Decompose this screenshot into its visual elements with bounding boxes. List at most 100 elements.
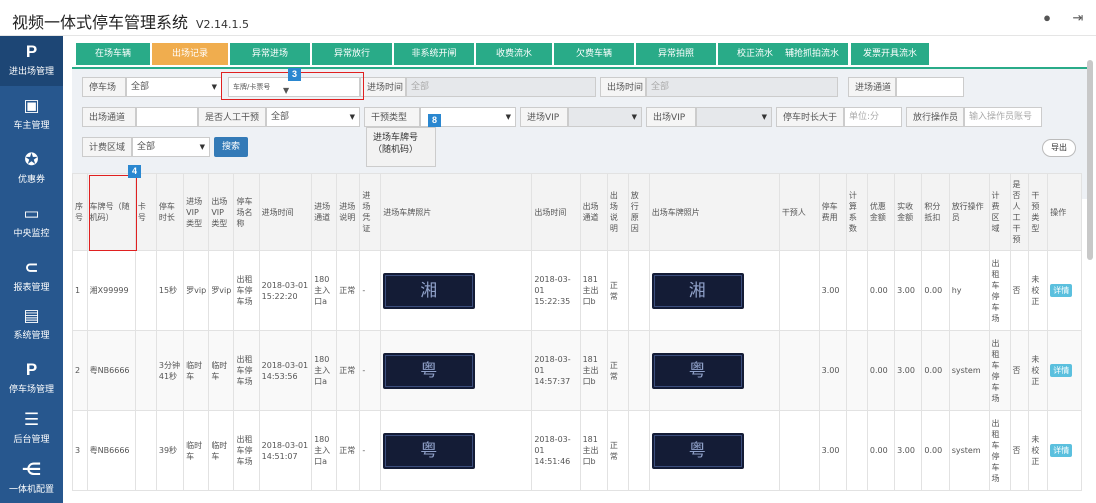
- exit-vip-select[interactable]: ▼: [696, 107, 772, 127]
- cell-intervener: [778, 410, 820, 491]
- detail-button[interactable]: 详情: [1050, 364, 1073, 377]
- cell-out-desc[interactable]: 正常: [606, 410, 629, 491]
- entry-channel-input[interactable]: [896, 77, 964, 97]
- sidebar-item-lot[interactable]: P 停车场管理: [0, 354, 63, 404]
- cell-in-vip: 罗vip: [183, 250, 210, 331]
- vip-card-icon: ▣: [23, 96, 40, 115]
- logout-icon[interactable]: ⇥: [1069, 9, 1087, 27]
- entry-vip-select[interactable]: ▼: [568, 107, 642, 127]
- cell-in-desc[interactable]: 正常: [336, 250, 361, 331]
- sidebar-item-owners[interactable]: ▣ 车主管理: [0, 90, 63, 140]
- network-icon: ⋲: [21, 460, 42, 479]
- cell-action: 详情: [1047, 250, 1082, 331]
- cell-out-channel: 181主出口b: [579, 330, 608, 411]
- cell-in-desc[interactable]: 正常: [336, 330, 361, 411]
- duration-label: 停车时长大于: [776, 107, 844, 127]
- cell-fee: 3.00: [818, 250, 847, 331]
- cell-in-photo[interactable]: 粤N·B6666: [380, 410, 533, 491]
- exit-time-label: 出场时间: [600, 77, 646, 97]
- col-header: 出场说明: [606, 173, 629, 251]
- entry-plate-photo[interactable]: 湘X·99999: [383, 272, 476, 309]
- operator-input[interactable]: 输入操作员账号: [964, 107, 1042, 127]
- operator-label: 放行操作员: [906, 107, 964, 127]
- chevron-down-icon: ▼: [211, 83, 217, 91]
- exit-channel-input[interactable]: [136, 107, 198, 127]
- col-header: 放行原因: [627, 173, 650, 251]
- list-icon: ☰: [23, 410, 40, 429]
- tab-aux-capture[interactable]: 辅抢抓拍流水: [776, 43, 848, 65]
- cell-in-vip: 临时车: [183, 410, 210, 491]
- entry-plate-photo[interactable]: 粤N·B6666: [383, 352, 476, 389]
- cell-manual: 否: [1009, 410, 1030, 491]
- col-header: 干预人: [778, 173, 820, 251]
- exit-plate-photo[interactable]: 粤N·B6666: [651, 432, 744, 469]
- parking-lot-select[interactable]: 全部 ▼: [126, 77, 222, 97]
- cell-card: [134, 410, 157, 491]
- duration-input[interactable]: 单位:分: [844, 107, 902, 127]
- sidebar-item-backend[interactable]: ☰ 后台管理: [0, 406, 63, 452]
- cell-out-desc[interactable]: 正常: [606, 330, 629, 411]
- cell-paid: 3.00: [894, 250, 923, 331]
- cell-operator: hy: [948, 250, 990, 331]
- cell-zone: 出租车停车场: [988, 330, 1011, 411]
- cell-no: 3: [72, 410, 88, 491]
- exit-time-field[interactable]: 全部: [646, 77, 838, 97]
- tab-abnormal-photo[interactable]: 异常拍照: [636, 43, 716, 65]
- sidebar-item-system[interactable]: ▤ 系统管理: [0, 300, 63, 350]
- tab-abnormal-release[interactable]: 异常放行: [312, 43, 392, 65]
- sidebar-item-reports[interactable]: ⊂ 报表管理: [0, 252, 63, 302]
- sidebar-item-entry-exit[interactable]: P 进出场管理: [0, 36, 63, 86]
- annotation-badge: 8: [428, 114, 441, 127]
- search-button[interactable]: 搜索: [214, 137, 248, 157]
- sidebar-item-monitor[interactable]: ▭ 中央监控: [0, 198, 63, 248]
- cell-out-photo[interactable]: 粤N·B6666: [648, 330, 780, 411]
- cell-discount: 0.00: [866, 330, 896, 411]
- cell-discount: 0.00: [866, 410, 896, 491]
- table-row: 2 粤NB6666 3分钟41秒 临时车 临时车 出租车停车场 2018-03-…: [72, 330, 1082, 411]
- detail-button[interactable]: 详情: [1050, 284, 1073, 297]
- entry-time-field[interactable]: 全部: [406, 77, 596, 97]
- cell-out-desc[interactable]: 正常: [606, 250, 629, 331]
- tab-in-park[interactable]: 在场车辆: [76, 43, 150, 65]
- cell-coef: [845, 330, 868, 411]
- col-header: 进场通道: [311, 173, 338, 251]
- col-header: 停车时长: [155, 173, 185, 251]
- cell-coef: [845, 410, 868, 491]
- exit-channel-label: 出场通道: [82, 107, 136, 127]
- table-row: 1 湘X99999 15秒 罗vip 罗vip 出租车停车场 2018-03-0…: [72, 250, 1082, 331]
- col-header: 放行操作员: [948, 173, 990, 251]
- export-button[interactable]: 导出: [1042, 139, 1076, 157]
- exit-plate-photo[interactable]: 粤N·B6666: [651, 352, 744, 389]
- sidebar-item-coupons[interactable]: ✪ 优惠券: [0, 144, 63, 194]
- cell-out-channel: 181主出口b: [579, 250, 608, 331]
- user-icon[interactable]: ●: [1038, 9, 1056, 27]
- tab-abnormal-entry[interactable]: 异常进场: [230, 43, 310, 65]
- tab-fee-flow[interactable]: 收费流水: [476, 43, 552, 65]
- column-tooltip: 进场车牌号（随机码）: [366, 127, 436, 167]
- cell-out-vip: 临时车: [208, 410, 235, 491]
- tab-arrears[interactable]: 欠费车辆: [554, 43, 634, 65]
- cell-in-photo[interactable]: 粤N·B6666: [380, 330, 533, 411]
- manual-intervene-select[interactable]: 全部 ▼: [266, 107, 360, 127]
- cell-lot: 出租车停车场: [233, 330, 260, 411]
- tab-exit-records[interactable]: 出场记录: [152, 43, 228, 65]
- cell-out-photo[interactable]: 湘X·99999: [648, 250, 780, 331]
- cell-out-photo[interactable]: 粤N·B6666: [648, 410, 780, 491]
- parking-icon: P: [25, 360, 38, 379]
- exit-plate-photo[interactable]: 湘X·99999: [651, 272, 744, 309]
- cell-in-voucher: -: [359, 410, 382, 491]
- cell-intervener: [778, 330, 820, 411]
- cell-in-desc[interactable]: 正常: [336, 410, 361, 491]
- entry-plate-photo[interactable]: 粤N·B6666: [383, 432, 476, 469]
- cell-lot: 出租车停车场: [233, 410, 260, 491]
- tab-non-system-open[interactable]: 非系统开闸: [394, 43, 474, 65]
- sidebar-item-device-config[interactable]: ⋲ 一体机配置: [0, 456, 63, 503]
- detail-button[interactable]: 详情: [1050, 444, 1073, 457]
- scrollbar[interactable]: [1087, 60, 1093, 260]
- cell-in-photo[interactable]: 湘X·99999: [380, 250, 533, 331]
- chevron-down-icon: ▼: [761, 113, 767, 121]
- sidebar-item-label: 车主管理: [13, 121, 50, 131]
- zone-select[interactable]: 全部 ▼: [132, 137, 210, 157]
- col-header: 积分抵扣: [921, 173, 950, 251]
- tab-invoice-flow[interactable]: 发票开具流水: [851, 43, 929, 65]
